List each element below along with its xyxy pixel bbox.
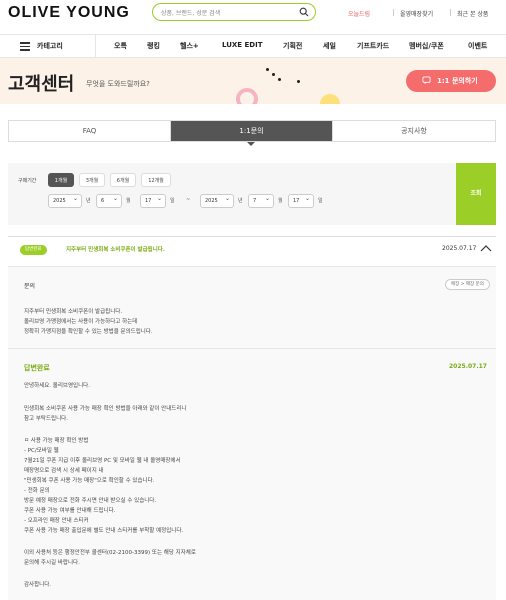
unit-month: 월	[126, 198, 131, 204]
answer-line: 참고 부탁드립니다.	[24, 416, 68, 422]
to-month-select[interactable]: 7	[248, 193, 274, 208]
nav-item-exhibition[interactable]: 기획전	[283, 41, 302, 51]
answer-line: - PC/모바일 웹	[24, 448, 59, 454]
period-chip-6m[interactable]: 6개월	[110, 173, 136, 187]
nav-item-luxe-edit[interactable]: LUXE EDIT	[222, 41, 262, 49]
category-menu-button[interactable]: 카테고리	[0, 35, 96, 57]
answer-line: 쿠폰 사용 가능 매장 출입문에 별도 안내 스티커를 부착할 예정입니다.	[24, 528, 184, 534]
top-header: OLIVE YOUNG 상품, 브랜드, 성분 검색 오늘드림 올영매장찾기 최…	[0, 0, 506, 28]
answer-line: 이외 사용처 등은 행정안전부 콜센터(02-2100-3399) 또는 해당 …	[24, 550, 196, 556]
category-tag: 매장 > 매장 문의	[445, 279, 490, 290]
main-nav: 카테고리 오특 랭킹 헬스+ LUXE EDIT 기획전 세일 기프트카드 멤버…	[0, 34, 506, 58]
search-button[interactable]: 조회	[456, 163, 496, 225]
answer-label: 답변완료	[24, 364, 50, 372]
tab-one-to-one[interactable]: 1:1문의	[171, 121, 332, 141]
unit-day: 일	[170, 198, 175, 204]
question-line: 올리브영 가맹점에서는 사용이 가능하다고 하는데	[24, 319, 138, 325]
to-day-select[interactable]: 17	[288, 193, 314, 208]
util-link-store-finder[interactable]: 올영매장찾기	[400, 9, 433, 18]
from-day-select[interactable]: 17	[140, 193, 166, 208]
period-chip-12m[interactable]: 12개월	[141, 173, 171, 187]
util-link-today-delivery[interactable]: 오늘드림	[348, 9, 370, 18]
nav-item-membership-coupon[interactable]: 멤버십/쿠폰	[409, 41, 444, 51]
question-label: 문의	[24, 283, 36, 290]
page-title: 고객센터	[8, 74, 75, 95]
answer-line: 감사합니다.	[24, 582, 52, 588]
nav-item-otuk[interactable]: 오특	[114, 41, 127, 51]
period-chip-1m[interactable]: 1개월	[48, 173, 74, 187]
category-label: 카테고리	[37, 42, 63, 50]
divider	[393, 9, 394, 16]
decoration-dot	[297, 80, 300, 83]
decoration-dot	[272, 73, 275, 76]
support-tabs: FAQ 1:1문의 공지사항	[8, 120, 496, 142]
answer-date: 2025.07.17	[449, 363, 487, 370]
unit-year: 년	[238, 198, 243, 204]
decoration-ring	[236, 88, 258, 104]
chevron-up-icon[interactable]	[480, 243, 492, 253]
status-badge: 답변완료	[20, 245, 47, 255]
ask-inquiry-label: 1:1 문의하기	[437, 77, 478, 85]
answer-panel: 답변완료 2025.07.17 안녕하세요. 올리브영입니다. 민생회복 소비쿠…	[8, 348, 496, 600]
filter-label: 구매기간	[18, 178, 37, 184]
decoration-half-circle	[320, 94, 340, 104]
answer-line: 안녕하세요. 올리브영입니다.	[24, 383, 90, 389]
nav-item-sale[interactable]: 세일	[323, 41, 336, 51]
logo[interactable]: OLIVE YOUNG	[8, 4, 130, 22]
range-separator: ~	[186, 197, 191, 203]
divider	[450, 9, 451, 16]
answer-line: "민생회복 쿠폰 사용 가능 매장"으로 확인할 수 있습니다.	[24, 478, 155, 484]
search-placeholder: 상품, 브랜드, 성분 검색	[161, 10, 221, 17]
answer-line: - 오프라인 매장 안내 스티커	[24, 518, 89, 524]
answer-line: ㅁ 사용 가능 매장 확인 방법	[24, 438, 89, 444]
answer-line: 방문 예정 매장으로 전화 주시면 안내 받으실 수 있습니다.	[24, 498, 157, 504]
unit-day: 일	[318, 198, 323, 204]
nav-item-gift-card[interactable]: 기프트카드	[357, 41, 389, 51]
question-panel: 문의 매장 > 매장 문의 지주부터 민생회복 소비쿠폰이 발급됩니다. 올리브…	[8, 266, 496, 348]
question-line: 지주부터 민생회복 소비쿠폰이 발급됩니다.	[24, 309, 123, 315]
util-link-recent-items[interactable]: 최근 본 상품	[457, 9, 488, 18]
active-tab-caret	[247, 142, 255, 146]
unit-year: 년	[86, 198, 91, 204]
nav-item-ranking[interactable]: 랭킹	[147, 41, 160, 51]
search-input[interactable]: 상품, 브랜드, 성분 검색	[152, 3, 316, 21]
decoration-dot	[266, 68, 269, 71]
period-chip-3m[interactable]: 3개월	[79, 173, 105, 187]
to-year-select[interactable]: 2025	[200, 193, 234, 208]
nav-item-event[interactable]: 이벤트	[468, 41, 487, 51]
answer-line: - 전화 문의	[24, 488, 50, 494]
question-line: 정확히 가맹지점을 확인할 수 있는 방법을 문의드립니다.	[24, 329, 153, 335]
answer-line: 쿠폰 사용 가능 여부를 안내해 드립니다.	[24, 508, 116, 514]
unit-month: 월	[278, 198, 283, 204]
inquiry-date: 2025.07.17	[442, 245, 477, 252]
answer-line: 매장명으로 검색 시 상세 페이지 내	[24, 468, 104, 474]
nav-item-health-plus[interactable]: 헬스+	[180, 41, 199, 51]
ask-inquiry-button[interactable]: 1:1 문의하기	[406, 70, 496, 92]
page-subtitle: 무엇을 도와드릴까요?	[86, 80, 150, 88]
customer-center-banner: 고객센터 무엇을 도와드릴까요? 1:1 문의하기	[0, 58, 506, 104]
inquiry-title: 지주부터 민생회복 소비쿠폰이 발급됩니다.	[66, 247, 165, 253]
chat-bubble-icon	[422, 76, 431, 85]
answer-line: 민생회복 소비쿠폰 사용 가능 매장 확인 방법을 아래와 같이 안내드리니	[24, 406, 187, 412]
period-filter: 구매기간 1개월 3개월 6개월 12개월 2025 년 6 월 17 일 ~ …	[8, 163, 496, 225]
answer-line: 문의해 주시길 바랍니다.	[24, 560, 80, 566]
decoration-dot	[278, 78, 281, 81]
tab-faq[interactable]: FAQ	[9, 121, 170, 141]
tab-notice[interactable]: 공지사항	[333, 121, 495, 141]
inquiry-row[interactable]: 답변완료 지주부터 민생회복 소비쿠폰이 발급됩니다. 2025.07.17	[8, 236, 496, 262]
answer-line: 7월21일 쿠폰 지급 이후 올리브영 PC 및 모바일 웹 내 올영매장에서	[24, 458, 181, 464]
from-year-select[interactable]: 2025	[48, 193, 82, 208]
search-icon[interactable]	[299, 7, 309, 17]
hamburger-icon	[20, 42, 30, 51]
from-month-select[interactable]: 6	[96, 193, 122, 208]
